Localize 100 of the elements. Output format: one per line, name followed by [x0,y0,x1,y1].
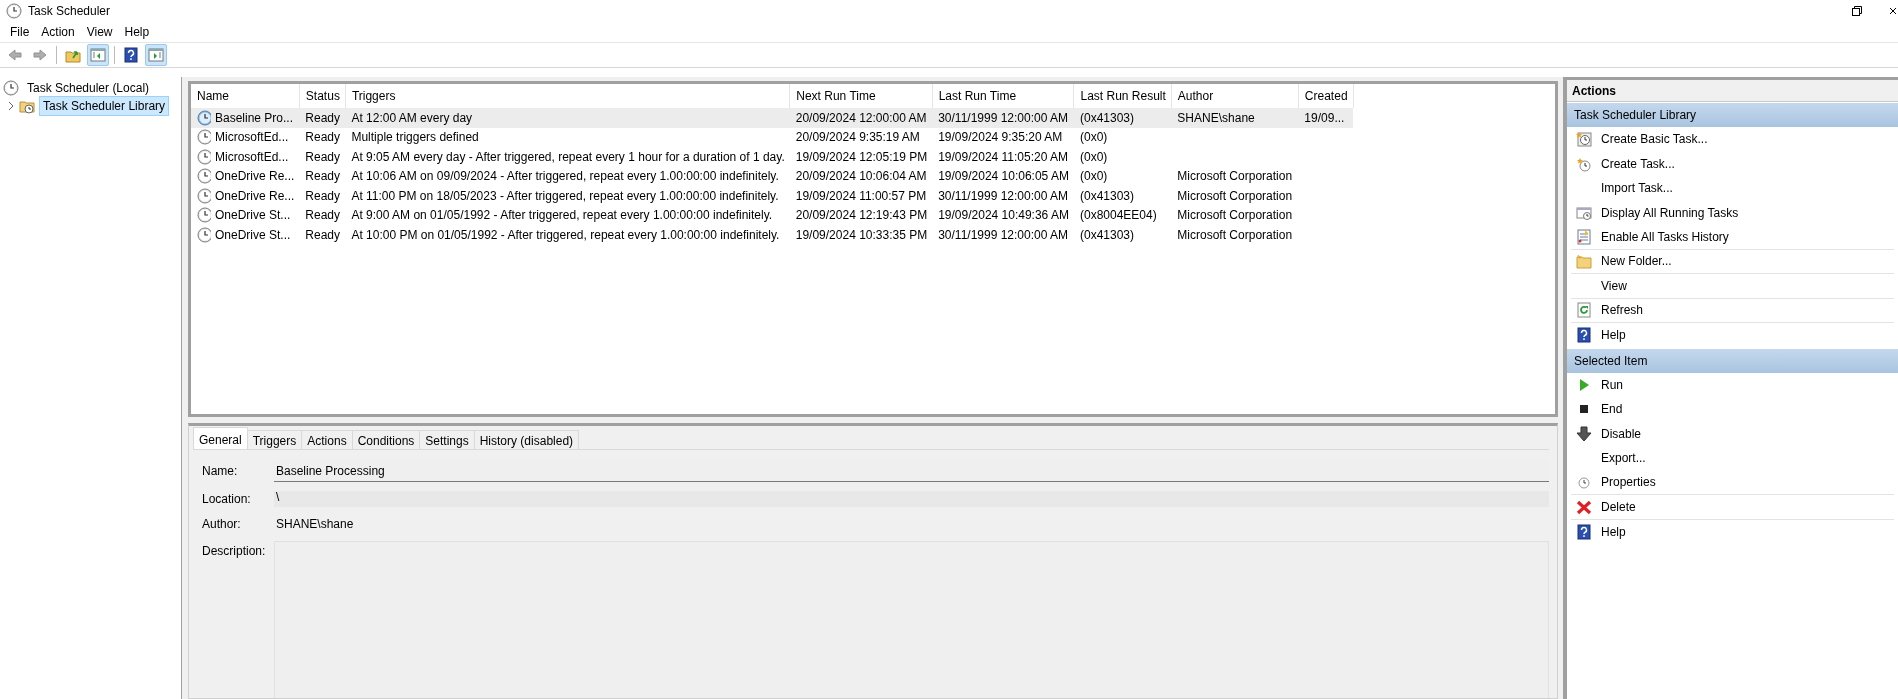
folder-icon [1576,253,1592,270]
command-link[interactable]: Export... [1571,446,1894,471]
close-icon[interactable] [1890,6,1896,16]
field-label: Author: [202,516,242,533]
menu-item[interactable]: View [80,23,119,41]
folder-clock-icon [19,98,35,114]
table-cell: 30/11/1999 12:00:00 AM [938,188,1069,203]
clock-icon [197,207,211,224]
command-link[interactable]: Properties [1571,470,1894,495]
table-cell: Microsoft Corporation [1177,208,1293,223]
tab[interactable]: Settings [419,430,475,449]
back-arrow-icon [7,47,23,63]
clock-icon [197,148,211,165]
command-link[interactable]: Create Task... [1571,151,1894,176]
command-link[interactable]: Import Task... [1571,176,1894,201]
table-cell-text: Baseline Pro... [215,109,294,127]
table-cell: Microsoft Corporation [1177,227,1293,242]
table-cell: 19/09/2024 10:06:05 AM [938,169,1069,184]
command-link[interactable]: Run [1571,372,1894,397]
tab[interactable]: History (disabled) [473,430,580,449]
table-cell-text: MicrosoftEd... [215,129,289,147]
table-cell-text: MicrosoftEd... [215,148,289,166]
table-cell: At 9:05 AM every day - After triggered, repeat every 1 hour for a duration of 1 day. [351,149,785,164]
clock-icon [6,3,22,19]
table-cell-text: OneDrive St... [215,207,291,225]
help-icon [1576,523,1592,540]
expand-chevron-icon[interactable] [7,101,15,111]
command-link[interactable]: Help [1571,519,1894,544]
field-label: Description: [202,543,267,560]
table-cell: Ready [305,169,341,184]
window-clock-icon [1576,204,1592,221]
table-cell: At 11:00 PM on 18/05/2023 - After triggered, repeat every 1.00:00:00 indefinitely. [351,188,779,203]
table-cell: 19/09/2024 10:49:36 AM [938,208,1069,223]
table-cell: 19/09... [1304,110,1345,125]
pane-title: Actions [1567,80,1898,102]
pane-icon [148,47,164,63]
location-field: \ [274,491,1549,507]
table-cell: Ready [305,149,341,164]
table-cell: 19/09/2024 11:05:20 AM [938,149,1069,164]
menu-item[interactable]: Action [35,23,81,41]
clock-icon [197,109,211,126]
table-cell: At 12:00 AM every day [351,110,473,125]
table-cell: Microsoft Corporation [1177,188,1293,203]
table-cell: Ready [305,227,341,242]
table-cell: SHANE\shane [1177,110,1255,125]
pane-icon [90,47,106,63]
command-link[interactable]: Help [1571,323,1894,348]
command-link[interactable]: Delete [1571,495,1894,520]
table-cell: 30/11/1999 12:00:00 AM [938,227,1069,242]
help-icon [1576,327,1592,344]
table-cell: At 10:06 AM on 09/09/2024 - After triggered, repeat every 1.00:00:00 indefinitely. [351,169,779,184]
command-link[interactable]: Disable [1571,421,1894,446]
table-cell: (0x0) [1079,169,1108,184]
menu-item[interactable]: File [4,23,36,41]
table-cell: (0x41303) [1079,227,1134,242]
delete-icon [1576,498,1592,515]
tab[interactable]: Triggers [246,430,303,449]
table-cell-text: OneDrive St... [215,226,291,244]
field-label: Name: [202,463,239,480]
table-cell: Ready [305,130,341,145]
clock-icon [197,226,211,243]
table-cell: (0x0) [1079,130,1108,145]
clock-icon [1576,474,1592,491]
table-cell: Microsoft Corporation [1177,169,1293,184]
clock-icon [197,187,211,204]
table-cell: Ready [305,110,341,125]
help-icon [123,47,139,63]
forward-arrow-icon [32,47,48,63]
table-cell: 20/09/2024 12:00:00 AM [795,110,927,125]
tab[interactable]: General [193,427,248,449]
menu-item[interactable]: Help [118,23,156,41]
command-link[interactable]: Display All Running Tasks [1571,200,1894,225]
command-link[interactable]: Enable All Tasks History [1571,225,1894,250]
table-cell: 20/09/2024 9:35:19 AM [795,130,920,145]
table-cell: 19/09/2024 9:35:20 AM [938,130,1063,145]
section-header[interactable]: Task Scheduler Library [1567,103,1898,127]
table-cell-text: OneDrive Re... [215,168,295,186]
table-cell: (0x8004EE04) [1079,208,1157,223]
command-link[interactable]: View [1571,274,1894,299]
table-cell: 19/09/2024 11:00:57 PM [795,188,927,203]
table-cell: 19/09/2024 12:05:19 PM [795,149,928,164]
clock-icon [3,80,19,96]
log-icon [1576,228,1592,245]
command-link[interactable]: Refresh [1571,298,1894,323]
window-title: Task Scheduler [28,3,111,20]
down-arrow-icon [1576,425,1592,442]
command-link[interactable]: End [1571,397,1894,422]
restore-icon[interactable] [1852,6,1862,16]
section-header[interactable]: Selected Item [1567,348,1898,373]
table-cell: (0x41303) [1079,188,1134,203]
tree-item[interactable]: Task Scheduler Library [39,96,170,116]
table-cell: (0x0) [1079,149,1108,164]
table-cell: At 10:00 PM on 01/05/1992 - After triggered, repeat every 1.00:00:00 indefinitely. [351,227,780,242]
tree-item[interactable]: Task Scheduler (Local) [23,78,154,98]
table-cell: Ready [305,208,341,223]
refresh-icon [1576,302,1592,319]
command-link[interactable]: New Folder... [1571,249,1894,274]
field-label: Location: [202,491,252,508]
table-cell: 19/09/2024 10:33:35 PM [795,227,928,242]
command-link[interactable]: Create Basic Task... [1571,127,1894,152]
